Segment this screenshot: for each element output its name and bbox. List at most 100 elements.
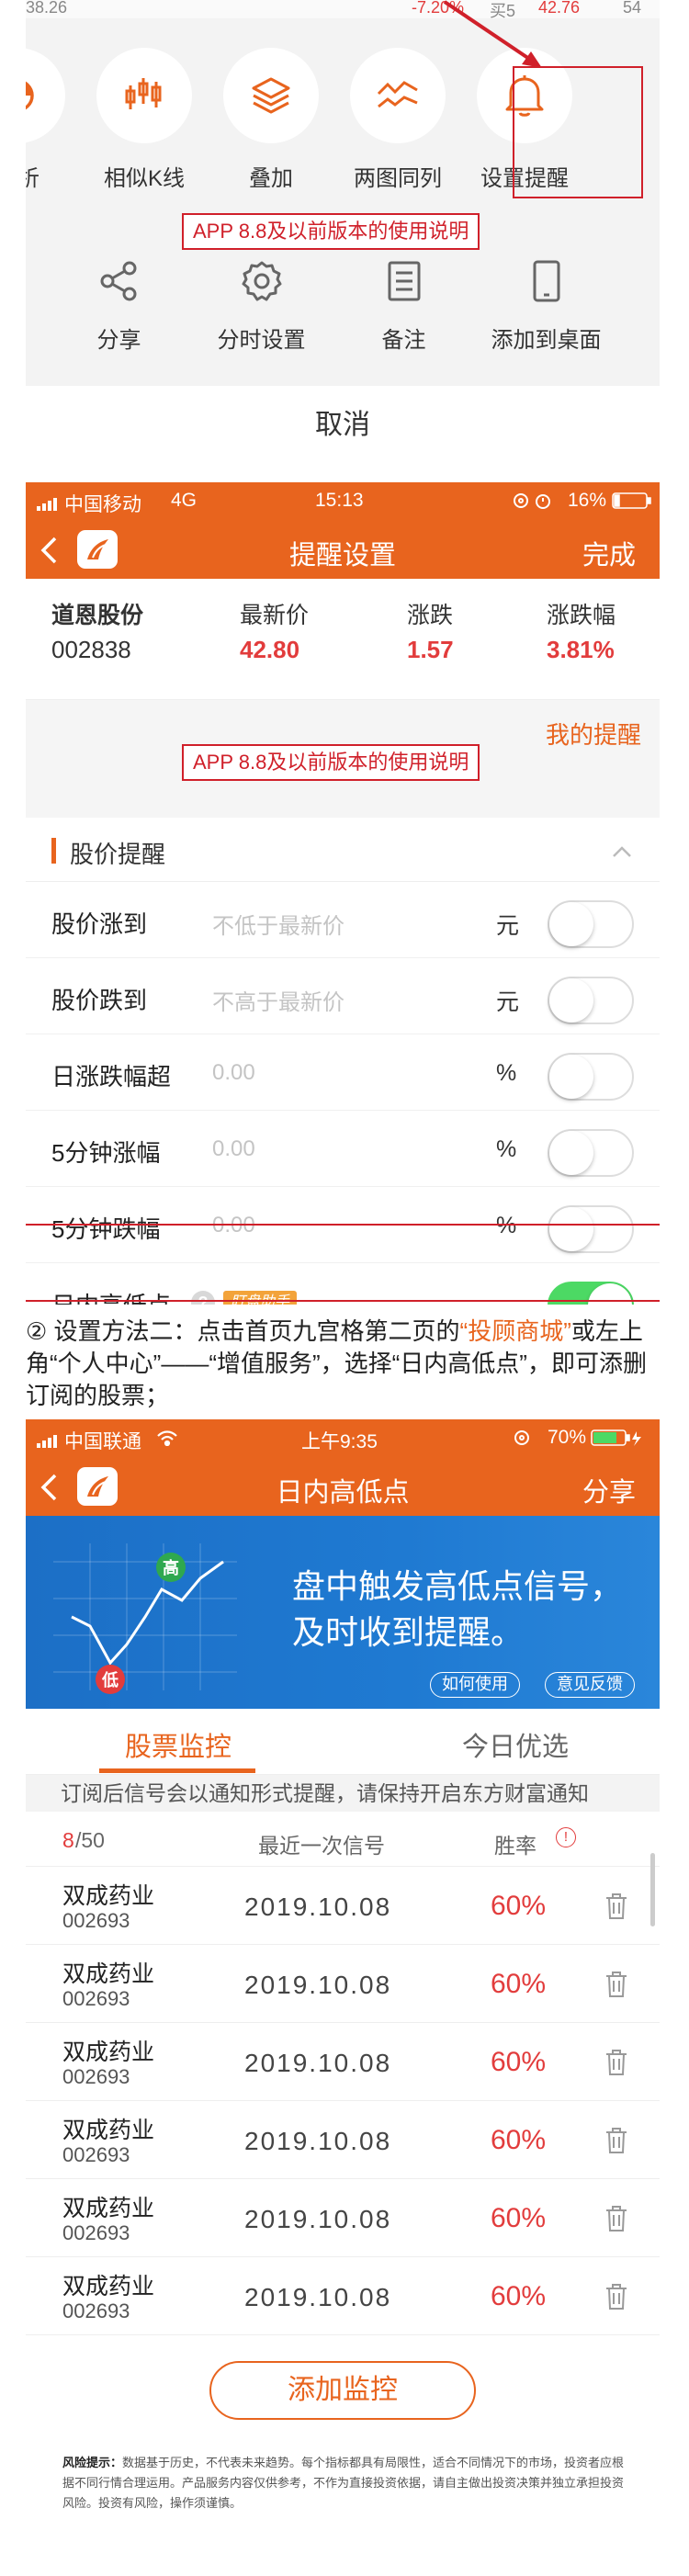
stock-name: 双成药业 [62,1883,155,1909]
action-notes[interactable]: 备注 [333,254,475,354]
row-label: 5分钟涨幅 [51,1139,161,1167]
stock-code: 002693 [62,2221,130,2244]
disclaimer-body: 数据基于历史，不代表未来趋势。每个指标都具有局限性，适合不同情况下的市场，投资者… [62,2456,625,2510]
carrier-name: 中国联通 [64,1431,141,1452]
signal-date: 2019.10.08 [244,2049,392,2077]
stock-name: 双成药业 [62,2274,155,2299]
alarm-icon [513,1429,531,1452]
win-rate: 60% [491,1969,547,1999]
layers-icon [223,48,319,143]
action-label: 分时设置 [217,328,306,353]
share-action-sheet: 38.26 -7.20% 买5 42.76 54 分析 相似K线 叠加 [26,0,660,464]
stock-row[interactable]: 双成药业 002693 2019.10.08 60% [26,1945,660,2023]
stock-row[interactable]: 双成药业 002693 2019.10.08 60% [26,2101,660,2179]
trash-icon[interactable] [604,2283,628,2315]
feedback-button[interactable]: 意见反馈 [545,1672,635,1698]
version-note: APP 8.8及以前版本的使用说明 [182,744,480,781]
reminder-toggle[interactable] [548,1129,634,1177]
phone-icon [475,254,617,309]
reminder-toggle[interactable] [548,977,634,1024]
tab-today-picks[interactable]: 今日优选 [462,1725,569,1764]
nav-bar: 日内高低点 分享 [26,1456,660,1516]
stock-row[interactable]: 双成药业 002693 2019.10.08 60% [26,1867,660,1945]
value-input[interactable]: 不高于最新价 [212,984,344,1016]
col-last-signal: 最近一次信号 [258,1834,385,1858]
tab-bar: 股票监控 今日优选 [26,1709,660,1775]
battery-percent: 16% [568,490,607,511]
reminder-toggle[interactable] [548,1053,634,1101]
value-input[interactable]: 不低于最新价 [212,908,344,940]
stock-row[interactable]: 双成药业 002693 2019.10.08 60% [26,2023,660,2101]
signal-icon [37,1431,59,1453]
my-reminders-link[interactable]: 我的提醒 [546,717,641,751]
scrollbar[interactable] [650,1853,655,1926]
trash-icon[interactable] [604,2205,628,2237]
annotation-arrow-icon [443,0,542,68]
notification-notice: 订阅后信号会以通知形式提醒，请保持开启东方财富通知 [26,1775,660,1812]
win-rate: 60% [491,2281,547,2311]
stock-row[interactable]: 双成药业 002693 2019.10.08 60% [26,2257,660,2335]
highlow-chart-illustration [53,1543,237,1694]
instruction-prefix: ② 设置方法二：点击首页九宫格第二页的 [26,1317,460,1345]
status-bar: 中国联通 上午9:35 70% [26,1419,660,1456]
toggle-knob [549,978,593,1022]
action-similar-kline[interactable]: 相似K线 [81,48,208,192]
intraday-highlow-screen: 中国联通 上午9:35 70% 日内高低点 分享 高 低 盘中触发高低点信号， … [26,1419,660,2563]
stock-code: 002838 [51,636,131,663]
reminder-row: 股价涨到 不低于最新价 元 [26,882,660,958]
signal-date: 2019.10.08 [244,2127,392,2155]
active-tab-indicator [99,1768,255,1773]
stock-row[interactable]: 双成药业 002693 2019.10.08 60% [26,2179,660,2257]
low-marker-label: 低 [102,1671,119,1689]
action-label: 添加到桌面 [491,328,602,353]
action-timeshare-settings[interactable]: 分时设置 [190,254,333,354]
value-input[interactable]: 0.00 [212,1060,255,1086]
note-icon [333,254,475,309]
unit-label: 元 [496,989,520,1015]
trash-icon[interactable] [604,1971,628,2003]
reminder-settings-screen: 中国移动 4G 15:13 16% 提醒设置 完成 道恩股份 002838 最新… [26,482,660,1305]
ticker-volume: 54 [623,0,642,17]
trash-icon[interactable] [604,1892,628,1925]
row-label: 日涨跌幅超 [51,1063,172,1090]
stock-name: 双成药业 [62,2196,155,2221]
trash-icon[interactable] [604,2049,628,2081]
price-reminder-section-header[interactable]: 股价提醒 [26,818,660,882]
banner-headline-1: 盘中触发高低点信号， [292,1567,624,1605]
trash-icon[interactable] [604,2127,628,2159]
alarm-icon [513,491,555,515]
action-label: 分析 [26,166,40,191]
tab-stock-monitor[interactable]: 股票监控 [125,1725,232,1764]
status-time: 上午9:35 [301,1431,378,1452]
stock-name: 道恩股份 [51,603,144,628]
action-analysis[interactable]: 分析 [26,48,81,192]
add-monitor-button[interactable]: 添加监控 [209,2361,476,2420]
action-add-to-desktop[interactable]: 添加到桌面 [475,254,617,354]
quote-ticker-strip: 38.26 -7.20% 买5 42.76 54 [26,0,660,20]
action-label: 备注 [381,328,426,353]
list-header: 8 /50 最近一次信号 胜率 ! [26,1812,660,1867]
action-overlay[interactable]: 叠加 [208,48,334,192]
toggle-knob [549,1055,593,1099]
value-input[interactable]: 0.00 [212,1136,255,1162]
action-share[interactable]: 分享 [48,254,190,354]
win-rate: 60% [491,1891,547,1921]
share-button[interactable]: 分享 [582,1471,636,1509]
how-to-use-button[interactable]: 如何使用 [430,1672,520,1698]
action-label: 叠加 [249,166,293,191]
cancel-button[interactable]: 取消 [26,386,660,464]
signal-date: 2019.10.08 [244,1892,392,1921]
info-icon[interactable]: ! [556,1827,576,1847]
unit-label: 元 [496,913,520,939]
done-button[interactable]: 完成 [582,534,636,572]
stock-name: 双成药业 [62,2039,155,2065]
price-label: 最新价 [240,603,310,628]
stock-code: 002693 [62,1987,130,2010]
page-title: 日内高低点 [276,1478,410,1508]
banner-headline-2: 及时收到提醒。 [292,1613,525,1651]
reminder-row: 股价跌到 不高于最新价 元 [26,958,660,1034]
reminder-toggle[interactable] [548,900,634,948]
pct-change-label: 涨跌幅 [547,603,616,628]
disclaimer-title: 风险提示： [62,2456,123,2469]
section-accent-bar [51,838,56,864]
